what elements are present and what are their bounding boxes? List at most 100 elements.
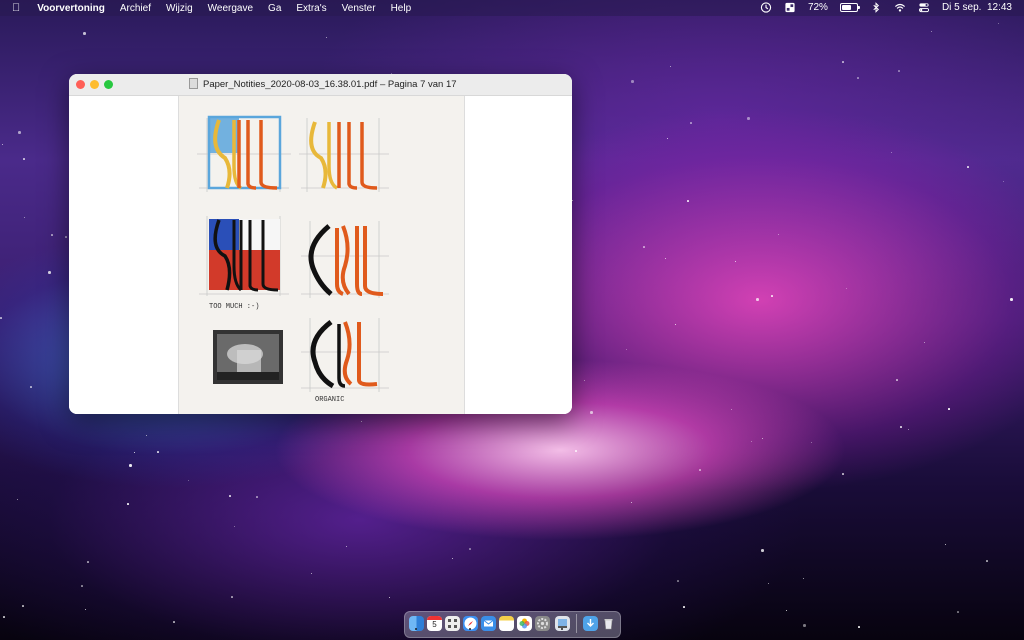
annotation-too-much: TOO MUCH :-)	[209, 303, 259, 311]
star	[346, 546, 347, 547]
star	[677, 580, 679, 582]
apple-menu-icon[interactable]: 	[12, 2, 20, 14]
zoom-window-button[interactable]	[104, 80, 113, 89]
downloads-folder-icon[interactable]	[583, 616, 598, 631]
pdf-page[interactable]: TOO MUCH :-) ORGANIC	[178, 96, 465, 414]
star	[667, 138, 668, 139]
star	[967, 166, 969, 168]
star	[778, 234, 779, 235]
star	[572, 200, 573, 201]
star	[48, 271, 51, 274]
star	[0, 317, 2, 319]
finder-icon[interactable]	[409, 616, 424, 631]
star	[687, 200, 689, 202]
star	[896, 379, 898, 381]
star	[81, 585, 83, 587]
star	[234, 526, 235, 527]
star	[751, 441, 752, 442]
battery-icon[interactable]	[839, 3, 860, 12]
star	[643, 246, 645, 248]
star	[469, 548, 471, 550]
star	[811, 442, 812, 443]
star	[948, 408, 950, 410]
star	[83, 32, 86, 35]
window-titlebar[interactable]: Paper_Notities_2020-08-03_16.38.01.pdf –…	[69, 74, 572, 96]
star	[735, 261, 736, 262]
star	[786, 610, 787, 611]
wifi-icon[interactable]	[894, 2, 906, 13]
star	[590, 411, 593, 414]
annotation-organic: ORGANIC	[315, 396, 344, 404]
menu-help[interactable]: Help	[391, 3, 412, 14]
star	[361, 421, 362, 422]
star	[17, 499, 18, 500]
star	[683, 606, 685, 608]
star	[846, 288, 847, 289]
star	[699, 469, 701, 471]
star	[747, 117, 750, 120]
menu-ga[interactable]: Ga	[268, 3, 281, 14]
menu-weergave[interactable]: Weergave	[208, 3, 253, 14]
star	[134, 452, 135, 453]
document-view[interactable]: TOO MUCH :-) ORGANIC	[69, 96, 572, 414]
notes-icon[interactable]	[499, 616, 514, 631]
star	[3, 616, 5, 618]
black-white-photo	[213, 330, 283, 384]
sketch-black-red-organic	[308, 224, 384, 296]
menu-datetime[interactable]: Di 5 sep. 12:43	[942, 2, 1012, 13]
star	[51, 234, 53, 236]
star	[188, 480, 189, 481]
star	[1003, 181, 1004, 182]
control-center-icon[interactable]	[918, 2, 930, 13]
star	[957, 611, 959, 613]
star	[146, 435, 147, 436]
star	[631, 502, 632, 503]
sketch-organic	[310, 320, 378, 389]
trash-icon[interactable]	[601, 616, 616, 631]
star	[584, 380, 585, 381]
star	[30, 386, 32, 388]
star	[665, 258, 666, 259]
menu-app-name[interactable]: Voorvertoning	[37, 3, 105, 14]
star	[670, 66, 671, 67]
star	[900, 426, 902, 428]
menu-archief[interactable]: Archief	[120, 3, 151, 14]
minimize-window-button[interactable]	[90, 80, 99, 89]
star	[626, 349, 627, 350]
menu-wijzig[interactable]: Wijzig	[166, 3, 193, 14]
star	[129, 464, 132, 467]
sketch-page-drawing: TOO MUCH :-) ORGANIC	[197, 115, 389, 404]
star	[842, 61, 844, 63]
star	[24, 217, 25, 218]
calendar-icon[interactable]: 5	[427, 616, 442, 631]
launchpad-icon[interactable]	[445, 616, 460, 631]
star	[768, 583, 769, 584]
bluetooth-icon[interactable]	[870, 2, 882, 13]
star	[389, 597, 390, 598]
close-window-button[interactable]	[76, 80, 85, 89]
preview-app-icon[interactable]	[555, 616, 570, 631]
star	[908, 429, 909, 430]
star	[23, 158, 25, 160]
window-title-text: Paper_Notities_2020-08-03_16.38.01.pdf –…	[203, 79, 457, 91]
star	[762, 438, 763, 439]
star	[18, 131, 21, 134]
preview-window: Paper_Notities_2020-08-03_16.38.01.pdf –…	[69, 74, 572, 414]
photos-icon[interactable]	[517, 616, 532, 631]
menu-venster[interactable]: Venster	[342, 3, 376, 14]
menu-extras[interactable]: Extra's	[296, 3, 326, 14]
mail-icon[interactable]	[481, 616, 496, 631]
system-settings-icon[interactable]	[535, 616, 550, 631]
star	[326, 37, 327, 38]
star	[931, 31, 932, 32]
star	[675, 324, 676, 325]
safari-icon[interactable]	[463, 616, 478, 631]
star	[87, 561, 89, 563]
stage-manager-icon[interactable]	[784, 2, 796, 13]
star	[858, 626, 860, 628]
star	[452, 558, 453, 559]
star	[22, 605, 24, 607]
star	[690, 122, 692, 124]
star	[173, 621, 175, 623]
clock-icon[interactable]	[760, 2, 772, 13]
